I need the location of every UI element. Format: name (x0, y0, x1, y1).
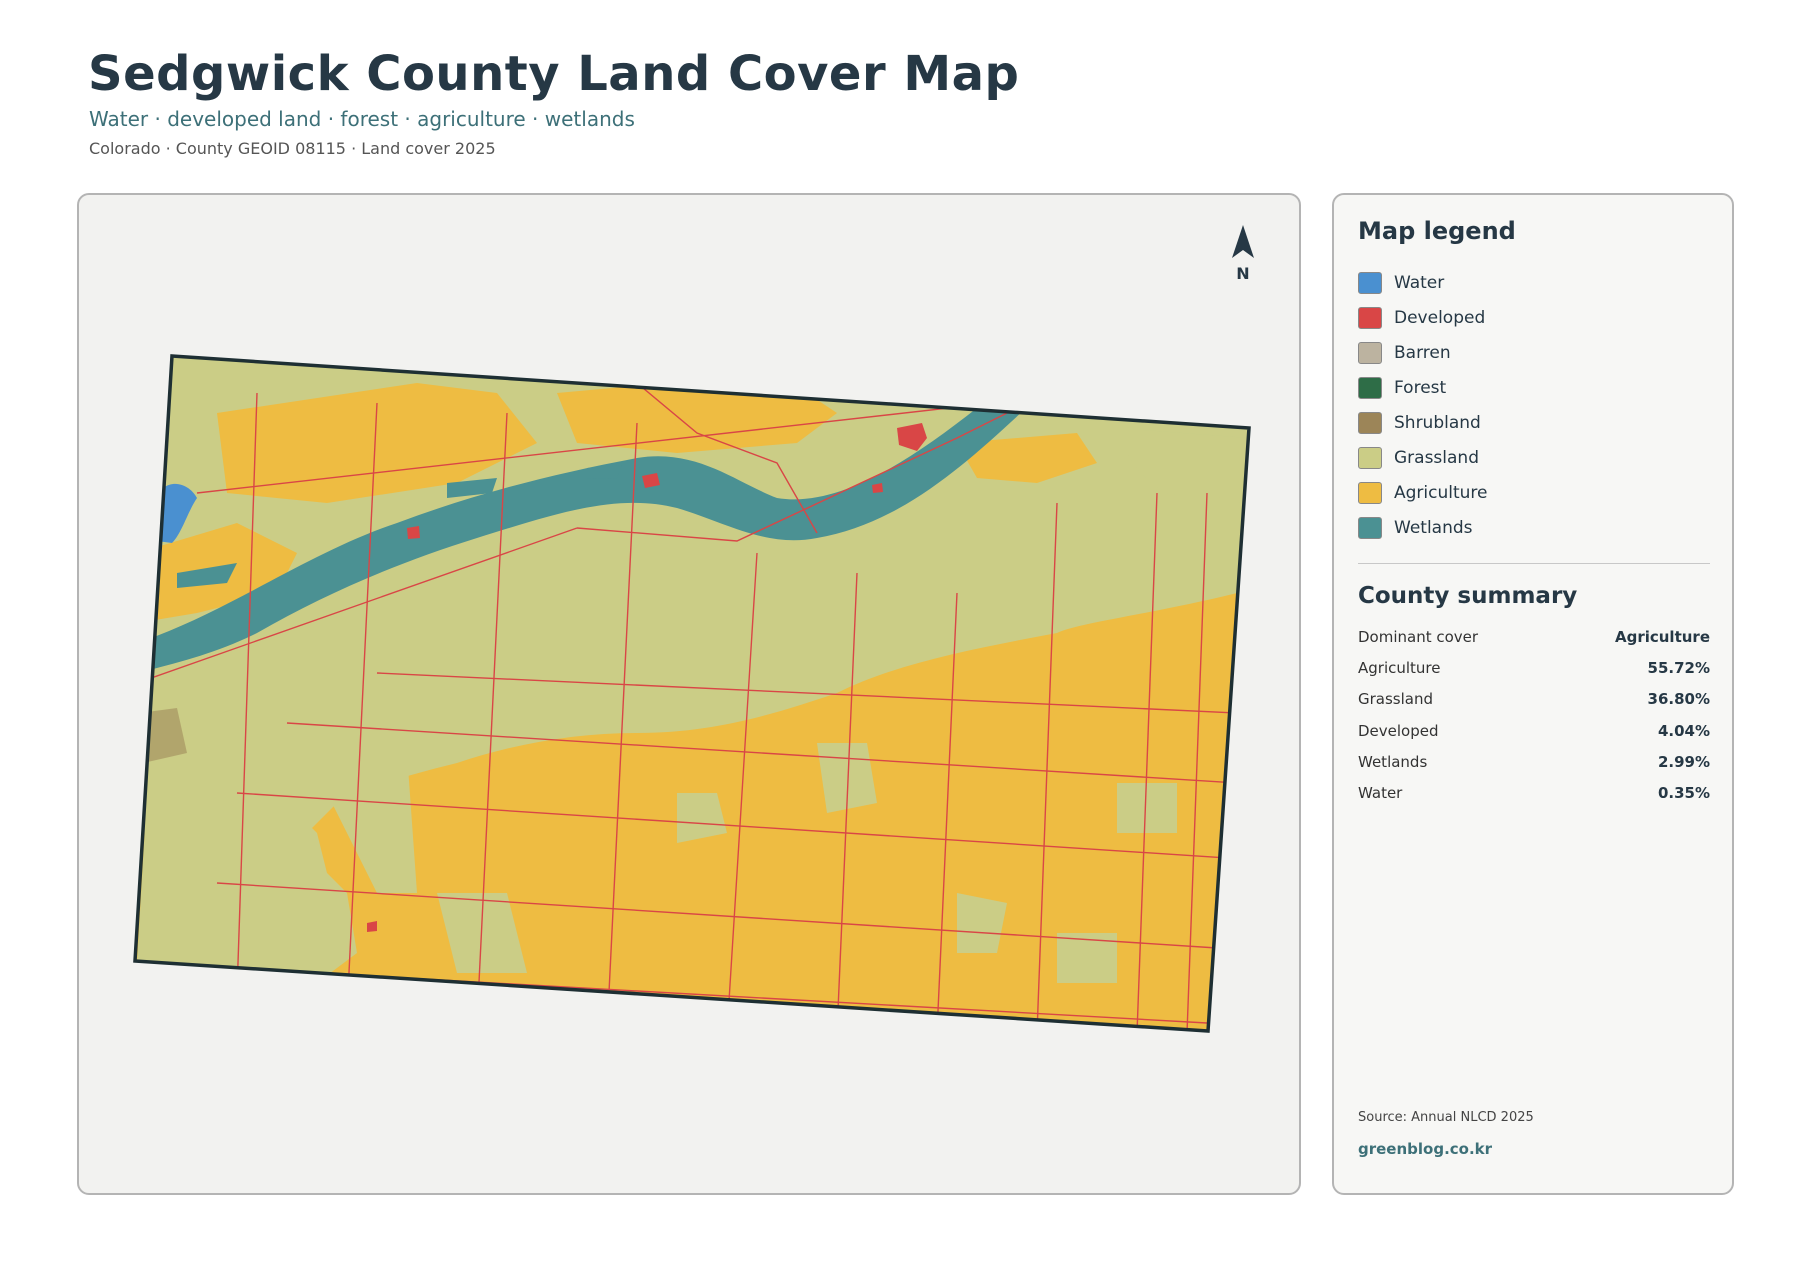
legend-label-forest: Forest (1394, 377, 1447, 398)
summary-row-value: 2.99% (1657, 752, 1710, 771)
legend-swatch-forest (1358, 376, 1382, 399)
legend-label-agriculture: Agriculture (1394, 482, 1488, 503)
legend-item-water: Water (1358, 265, 1718, 300)
summary-row-label: Grassland (1358, 690, 1433, 709)
county-map (133, 354, 1251, 1033)
summary-row-wetlands: Wetlands 2.99% (1358, 746, 1710, 777)
grassland-patch-2 (1117, 783, 1177, 833)
legend-swatch-grassland (1358, 446, 1382, 469)
summary-row-label: Developed (1358, 721, 1439, 740)
summary-table: Dominant cover Agriculture Agriculture 5… (1358, 621, 1710, 809)
north-arrow-icon (1232, 225, 1254, 258)
summary-row-label: Dominant cover (1358, 627, 1479, 646)
legend-item-wetlands: Wetlands (1358, 510, 1718, 545)
legend-label-water: Water (1394, 272, 1445, 293)
north-arrow: N (1223, 222, 1263, 283)
legend-item-developed: Developed (1358, 300, 1718, 335)
legend-label-barren: Barren (1394, 342, 1451, 363)
legend-swatch-shrubland (1358, 411, 1382, 434)
legend-label-shrubland: Shrubland (1394, 412, 1481, 433)
summary-row-label: Wetlands (1358, 752, 1428, 771)
summary-title: County summary (1358, 583, 1578, 609)
summary-row-developed: Developed 4.04% (1358, 715, 1710, 746)
legend-swatch-agriculture (1358, 481, 1382, 504)
legend-list: Water Developed Barren Forest Shrubland … (1358, 265, 1718, 545)
legend-swatch-developed (1358, 306, 1382, 329)
legend-item-agriculture: Agriculture (1358, 475, 1718, 510)
summary-row-dominant: Dominant cover Agriculture (1358, 621, 1710, 652)
summary-row-value: 0.35% (1657, 784, 1710, 803)
legend-item-shrubland: Shrubland (1358, 405, 1718, 440)
summary-row-water: Water 0.35% (1358, 777, 1710, 808)
legend-item-forest: Forest (1358, 370, 1718, 405)
summary-row-value: 36.80% (1647, 690, 1710, 709)
summary-row-agriculture: Agriculture 55.72% (1358, 652, 1710, 683)
site-credit: greenblog.co.kr (1358, 1140, 1493, 1158)
legend-item-grassland: Grassland (1358, 440, 1718, 475)
legend-divider (1358, 563, 1710, 564)
legend-swatch-water (1358, 271, 1382, 294)
summary-row-label: Water (1358, 784, 1403, 803)
north-label: N (1236, 264, 1250, 283)
legend-label-developed: Developed (1394, 307, 1486, 328)
summary-row-value: 55.72% (1647, 658, 1710, 677)
summary-row-value: 4.04% (1657, 721, 1710, 740)
legend-title: Map legend (1358, 217, 1516, 245)
legend-swatch-wetlands (1358, 516, 1382, 539)
legend-label-grassland: Grassland (1394, 447, 1479, 468)
legend-swatch-barren (1358, 341, 1382, 364)
summary-row-label: Agriculture (1358, 658, 1441, 677)
legend-panel: Map legend Water Developed Barren Forest… (1332, 193, 1734, 1195)
summary-row-grassland: Grassland 36.80% (1358, 684, 1710, 715)
map-panel (77, 193, 1301, 1195)
source-note: Source: Annual NLCD 2025 (1358, 1110, 1534, 1125)
legend-label-wetlands: Wetlands (1394, 517, 1473, 538)
map-subtitle: Water · developed land · forest · agricu… (89, 107, 635, 131)
developed-town-sedgwick (407, 526, 420, 539)
summary-row-value: Agriculture (1614, 627, 1710, 646)
map-meta: Colorado · County GEOID 08115 · Land cov… (89, 139, 496, 158)
map-title: Sedgwick County Land Cover Map (88, 46, 1020, 102)
legend-item-barren: Barren (1358, 335, 1718, 370)
